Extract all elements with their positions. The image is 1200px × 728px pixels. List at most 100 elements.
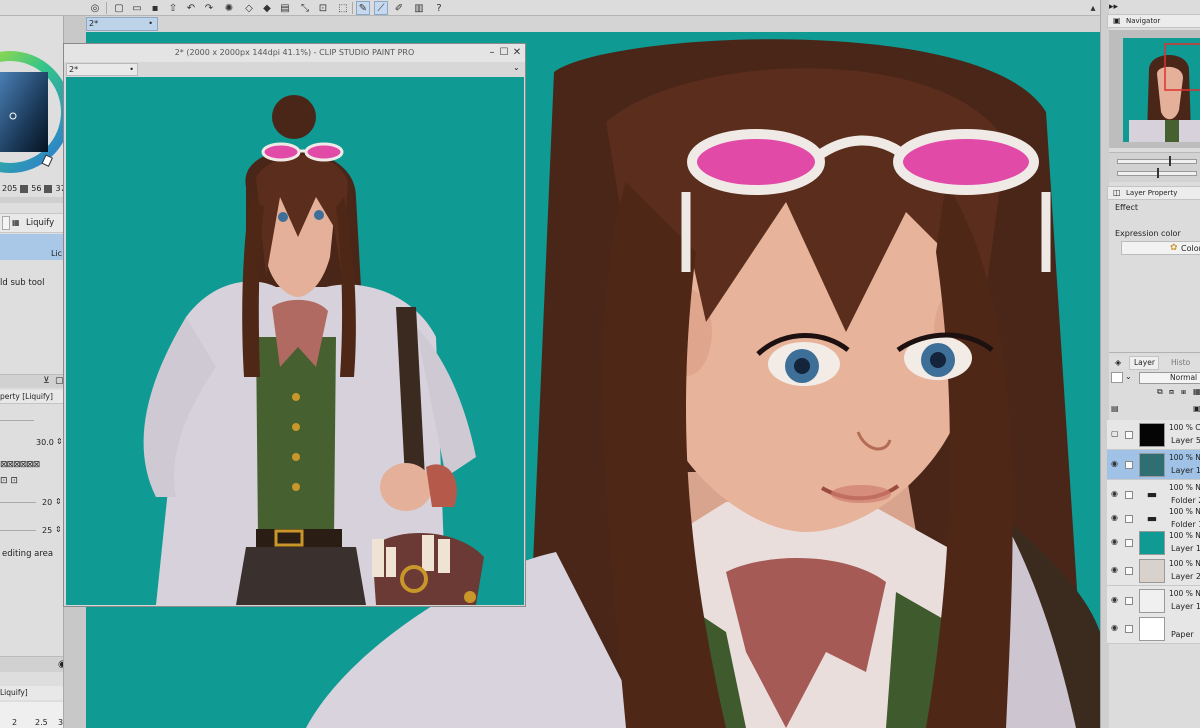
layer-row[interactable]: ◉ 100 % No Layer 2: [1107, 556, 1200, 586]
sub-window-canvas[interactable]: [66, 77, 524, 605]
navigator-preview[interactable]: [1109, 30, 1200, 148]
ruler-icon[interactable]: ⟋: [374, 1, 388, 15]
selected-sub-tool-label: Lic: [51, 249, 63, 258]
expression-color-button[interactable]: ✿ Color: [1121, 241, 1200, 255]
download-icon[interactable]: ⊻: [43, 376, 50, 386]
info-icon[interactable]: ?: [432, 1, 446, 15]
layer-opacity-mode: 100 % Co: [1169, 423, 1200, 432]
brush-size-2-5[interactable]: 2.5: [35, 718, 48, 727]
lock-icon[interactable]: ⧉: [1157, 387, 1163, 397]
eye-icon[interactable]: ◉: [1111, 623, 1121, 632]
minimize-icon[interactable]: –: [486, 46, 498, 59]
strength-stepper-icon[interactable]: ⇕: [55, 497, 62, 506]
open-icon[interactable]: ▭: [130, 1, 144, 15]
erase-selection-icon[interactable]: ▤: [278, 1, 292, 15]
layer-opacity-mode: 100 % No: [1169, 589, 1200, 598]
save-icon[interactable]: ▪: [148, 1, 162, 15]
layer-row[interactable]: ◉ Paper: [1107, 614, 1200, 644]
brush-settings-icon[interactable]: ◉: [58, 659, 63, 670]
hidden-eye-icon[interactable]: ▢: [1111, 429, 1121, 438]
dock-collapse-icon[interactable]: ▸▸: [1109, 2, 1118, 12]
layer-property-tab[interactable]: Layer Property: [1107, 186, 1200, 200]
color-swatch-a: [20, 185, 29, 193]
sub-window-dropdown-icon[interactable]: ⌄: [513, 63, 520, 72]
brush-size-tab[interactable]: Liquify]: [0, 686, 63, 700]
sub-tool-prev-button[interactable]: [2, 216, 10, 230]
layer-opacity-mode: 100 % No: [1169, 483, 1200, 492]
strength-value[interactable]: 20: [42, 498, 52, 507]
history-tab[interactable]: Histo: [1171, 358, 1190, 367]
layer-row[interactable]: ▢ 100 % Co Layer 5: [1107, 420, 1200, 450]
liquify-tab[interactable]: Liquify: [26, 218, 54, 228]
layer-lock-checkbox[interactable]: [1125, 539, 1133, 547]
crop-icon[interactable]: ⊡: [316, 1, 330, 15]
eye-icon[interactable]: ◉: [1111, 565, 1121, 574]
layer-name: Layer 5: [1171, 436, 1200, 445]
export-icon[interactable]: ⇧: [166, 1, 180, 15]
layer-options-icon[interactable]: ▤: [1111, 404, 1119, 413]
expression-color-label: Expression color: [1115, 229, 1181, 238]
navigator-sliders[interactable]: [1109, 152, 1200, 182]
undo-icon[interactable]: ↶: [184, 1, 198, 15]
liquify-mode-icons[interactable]: ⊠⊠⊠⊠⊠⊠: [0, 460, 40, 470]
navigator-tab[interactable]: Navigator: [1107, 14, 1200, 28]
document-tab-dot: •: [148, 19, 153, 28]
eye-icon[interactable]: ◉: [1111, 489, 1121, 498]
hardness-stepper-icon[interactable]: ⇕: [55, 525, 62, 534]
eye-icon[interactable]: ◉: [1111, 595, 1121, 604]
layer-mask-icon[interactable]: ▣: [1193, 404, 1200, 413]
sub-window-title-bar[interactable]: 2* (2000 x 2000px 144dpi 41.1%) - CLIP S…: [64, 44, 525, 62]
layer-lock-checkbox[interactable]: [1125, 431, 1133, 439]
new-icon[interactable]: ▢: [112, 1, 126, 15]
color-wheel[interactable]: [0, 30, 64, 195]
sub-view-window[interactable]: 2* (2000 x 2000px 144dpi 41.1%) - CLIP S…: [63, 43, 526, 607]
layer-lock-checkbox[interactable]: [1125, 491, 1133, 499]
eye-icon[interactable]: ◉: [1111, 513, 1121, 522]
layer-row[interactable]: ◉ 100 % No Layer 11: [1107, 450, 1200, 480]
eye-icon[interactable]: ◉: [1111, 459, 1121, 468]
hardness-value[interactable]: 25: [42, 526, 52, 535]
loading-icon[interactable]: ✺: [222, 1, 236, 15]
fill-icon[interactable]: ◆: [260, 1, 274, 15]
clip-icon[interactable]: ⧈: [1169, 387, 1174, 397]
layer-panel-tabs: Layer ◈ Histo: [1109, 356, 1200, 370]
color-button-label: Color: [1181, 244, 1200, 253]
ref-icon[interactable]: ⧆: [1181, 387, 1186, 397]
size-value[interactable]: 30.0: [36, 438, 54, 447]
layer-lock-checkbox[interactable]: [1125, 625, 1133, 633]
clear-icon[interactable]: ◇: [242, 1, 256, 15]
selected-sub-tool[interactable]: Lic: [0, 234, 63, 260]
brush-icon[interactable]: ✐: [392, 1, 406, 15]
clip-studio-icon[interactable]: ◎: [88, 1, 102, 15]
close-icon[interactable]: ✕: [511, 46, 523, 59]
layer-row[interactable]: ◉ 100 % No Layer 10: [1107, 528, 1200, 558]
layer-lock-checkbox[interactable]: [1125, 597, 1133, 605]
maximize-icon[interactable]: ☐: [498, 46, 510, 59]
selection-icon[interactable]: ⬚: [336, 1, 350, 15]
color-swatch-b: [44, 185, 53, 193]
layer-lock-checkbox[interactable]: [1125, 567, 1133, 575]
transform-icon[interactable]: ⤡: [298, 1, 312, 15]
pen-icon[interactable]: ✎: [356, 1, 370, 15]
layer-tab-icon: ◈: [1115, 358, 1122, 367]
brush-size-3[interactable]: 3: [58, 718, 63, 727]
eye-icon[interactable]: ◉: [1111, 537, 1121, 546]
blend-mode-select[interactable]: Normal: [1139, 372, 1200, 384]
liquify-mode-icons-2[interactable]: ⊡ ⊡: [0, 476, 18, 486]
layer-tab[interactable]: Layer: [1129, 356, 1159, 370]
layer-blend-bar: ⌄ Normal: [1109, 371, 1200, 385]
brush-size-2[interactable]: 2: [12, 718, 17, 727]
sub-window-tab[interactable]: 2* •: [66, 63, 138, 76]
layer-thumbnail: [1139, 531, 1165, 555]
palette-icon[interactable]: ▥: [412, 1, 426, 15]
settings-icon[interactable]: ▴: [1086, 1, 1100, 15]
draft-icon[interactable]: ▦: [1193, 387, 1200, 396]
redo-icon[interactable]: ↷: [202, 1, 216, 15]
layer-color-box[interactable]: [1111, 372, 1123, 383]
blend-dropdown-icon[interactable]: ⌄: [1125, 372, 1132, 381]
size-stepper-icon[interactable]: ⇕: [56, 437, 63, 446]
document-tab[interactable]: 2* •: [86, 17, 158, 31]
layer-lock-checkbox[interactable]: [1125, 515, 1133, 523]
layer-row[interactable]: ◉ 100 % No Layer 1: [1107, 586, 1200, 616]
layer-lock-checkbox[interactable]: [1125, 461, 1133, 469]
